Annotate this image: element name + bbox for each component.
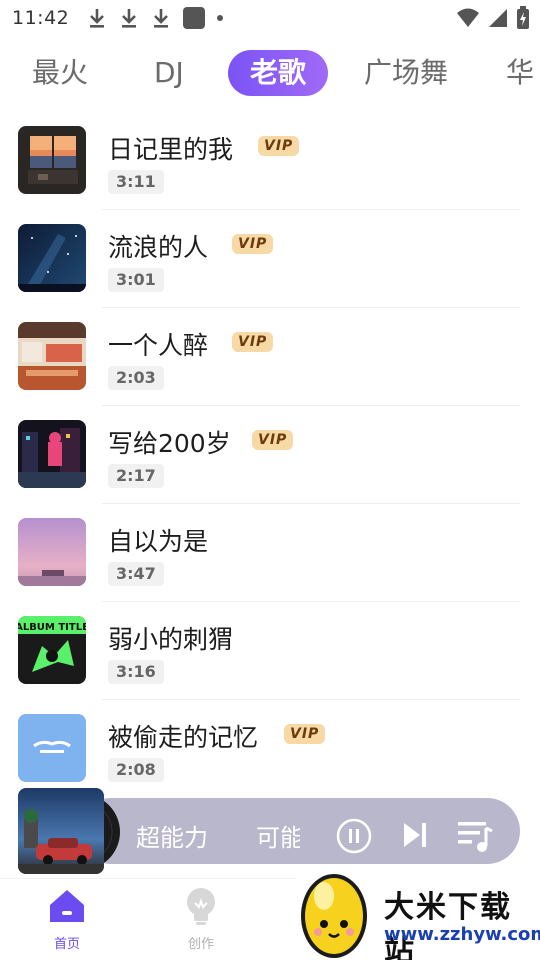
battery-icon — [517, 6, 529, 29]
wifi-icon — [457, 8, 479, 27]
song-title: 日记里的我 — [108, 135, 234, 164]
song-duration: 2:08 — [108, 758, 164, 782]
song-title: 弱小的刺猬 — [108, 625, 234, 654]
status-bar: 11:42 — [0, 0, 540, 36]
song-duration: 3:16 — [108, 660, 164, 684]
system-icons — [456, 6, 530, 30]
download-icon — [90, 9, 105, 28]
diner-interior-cover — [18, 322, 86, 390]
dot-icon — [217, 15, 224, 21]
vip-badge: VIP — [258, 136, 300, 156]
blue-logo-cover — [18, 714, 86, 782]
nav-create-label: 创作 — [187, 937, 214, 952]
next-icon[interactable] — [400, 820, 430, 850]
tab-zuihuo[interactable]: 最火 — [32, 50, 88, 96]
song-duration: 3:01 — [108, 268, 164, 292]
song-title: 写给200岁 — [108, 429, 231, 458]
vip-badge: VIP — [252, 430, 294, 450]
notification-icons — [87, 7, 224, 29]
song-row[interactable]: 一个人醉 VIP 2:03 — [0, 308, 540, 406]
purple-sky-car-cover — [18, 518, 86, 586]
nav-home-label: 首页 — [53, 937, 80, 952]
category-tabs: 最火 DJ 老歌 广场舞 华 — [0, 46, 540, 102]
night-car-cover[interactable] — [18, 788, 104, 874]
vip-badge: VIP — [232, 234, 274, 254]
tab-guangchangwu[interactable]: 广场舞 — [364, 50, 448, 96]
song-title: 自以为是 — [108, 527, 209, 556]
watermark-title: 大米下载站 — [384, 890, 512, 960]
song-row[interactable]: 流浪的人 VIP 3:01 — [0, 210, 540, 308]
song-duration: 3:47 — [108, 562, 164, 586]
tab-hua[interactable]: 华 — [506, 50, 534, 96]
song-list: 日记里的我 VIP 3:11 流浪的人 VIP 3:01 一个人醉 VIP 2:… — [0, 112, 540, 798]
song-title: 流浪的人 — [108, 233, 209, 262]
song-row[interactable]: 日记里的我 VIP 3:11 — [0, 112, 540, 210]
tab-dj[interactable]: DJ — [154, 50, 184, 96]
mini-player[interactable]: 超能力 可能 — [0, 788, 540, 878]
sunset-window-cover — [18, 126, 86, 194]
signal-icon — [489, 9, 507, 27]
pause-icon[interactable] — [336, 818, 372, 854]
home-icon — [50, 890, 84, 922]
song-row[interactable]: 自以为是 3:47 — [0, 504, 540, 602]
download-icon — [122, 9, 137, 28]
nav-home[interactable]: 首页 — [32, 885, 102, 952]
song-title: 一个人醉 — [108, 331, 209, 360]
app-square-icon — [183, 7, 206, 29]
vip-badge: VIP — [232, 332, 274, 352]
song-row[interactable]: ALBUM TITLE 弱小的刺猬 3:16 — [0, 602, 540, 700]
playlist-icon[interactable] — [456, 818, 494, 854]
song-duration: 2:17 — [108, 464, 164, 488]
nav-create[interactable]: 创作 — [166, 885, 236, 952]
song-row[interactable]: 写给200岁 VIP 2:17 — [0, 406, 540, 504]
vip-badge: VIP — [284, 724, 326, 744]
song-duration: 3:11 — [108, 170, 164, 194]
song-title: 被偷走的记忆 — [108, 723, 259, 752]
now-playing-title: 超能力 可能 — [136, 824, 300, 852]
neon-city-cover — [18, 420, 86, 488]
starry-night-cover — [18, 224, 86, 292]
egg-mascot-logo — [301, 874, 367, 958]
watermark-url: www.zzhyw.com — [384, 924, 540, 945]
album-title-green-cover: ALBUM TITLE — [18, 616, 86, 684]
watermark: 大米下载站 www.zzhyw.com — [296, 866, 540, 960]
status-time: 11:42 — [12, 7, 70, 29]
song-duration: 2:03 — [108, 366, 164, 390]
tab-laoge[interactable]: 老歌 — [228, 50, 329, 96]
download-icon — [154, 9, 169, 28]
album-title-text: ALBUM TITLE — [18, 622, 86, 633]
lightbulb-icon — [187, 888, 215, 925]
song-row[interactable]: 被偷走的记忆 VIP 2:08 — [0, 700, 540, 798]
